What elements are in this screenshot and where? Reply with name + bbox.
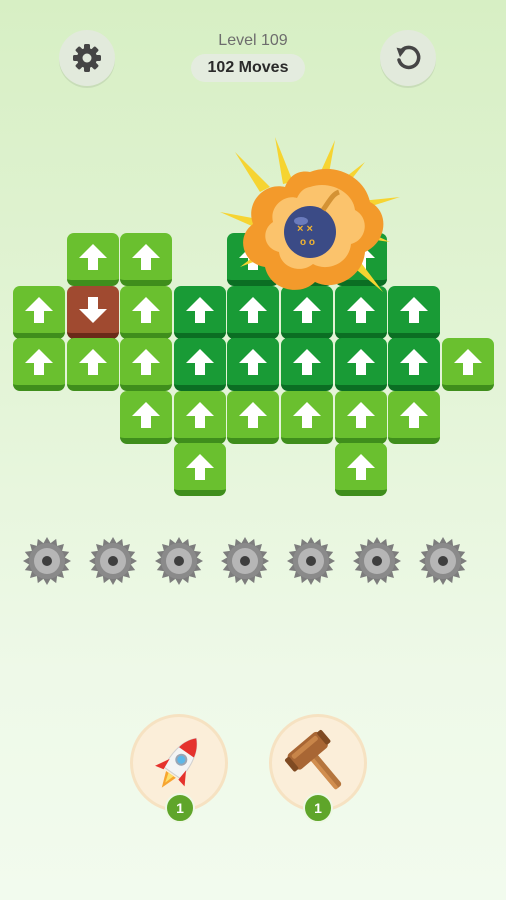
arrow-tile-up[interactable] bbox=[13, 286, 65, 339]
arrow-tile-up[interactable] bbox=[120, 338, 172, 391]
arrow-tile-up[interactable] bbox=[335, 391, 387, 444]
arrow-up-icon bbox=[239, 348, 267, 375]
arrow-up-icon bbox=[347, 401, 375, 428]
arrow-tile-up[interactable] bbox=[281, 391, 333, 444]
arrow-tile-up[interactable] bbox=[120, 391, 172, 444]
rocket-count-badge: 1 bbox=[165, 793, 195, 823]
restart-icon bbox=[396, 45, 421, 70]
arrow-up-icon bbox=[186, 348, 214, 375]
arrow-tile-up[interactable] bbox=[227, 338, 279, 391]
arrow-tile-up[interactable] bbox=[174, 391, 226, 444]
explosion-icon: × × o o bbox=[220, 137, 400, 292]
arrow-up-icon bbox=[239, 401, 267, 428]
arrow-tile-up[interactable] bbox=[335, 443, 387, 496]
saw-blade-icon bbox=[286, 536, 336, 586]
arrow-up-icon bbox=[293, 348, 321, 375]
arrow-up-icon bbox=[186, 296, 214, 323]
arrow-up-icon bbox=[186, 453, 214, 480]
arrow-tile-up[interactable] bbox=[174, 443, 226, 496]
saw-blade-icon bbox=[352, 536, 402, 586]
arrow-up-icon bbox=[400, 401, 428, 428]
arrow-tile-up[interactable] bbox=[442, 338, 494, 391]
arrow-tile-down[interactable] bbox=[67, 286, 119, 339]
arrow-up-icon bbox=[132, 401, 160, 428]
arrow-tile-up[interactable] bbox=[174, 338, 226, 391]
bomb-explosion: × × o o bbox=[215, 132, 405, 312]
saw-blade-icon bbox=[154, 536, 204, 586]
arrow-tile-up[interactable] bbox=[67, 233, 119, 286]
arrow-tile-up[interactable] bbox=[120, 233, 172, 286]
arrow-up-icon bbox=[79, 348, 107, 375]
arrow-tile-up[interactable] bbox=[281, 338, 333, 391]
saw-blade-icon bbox=[418, 536, 468, 586]
arrow-up-icon bbox=[347, 348, 375, 375]
arrow-up-icon bbox=[132, 243, 160, 270]
arrow-up-icon bbox=[400, 348, 428, 375]
arrow-tile-up[interactable] bbox=[67, 338, 119, 391]
arrow-tile-up[interactable] bbox=[388, 338, 440, 391]
arrow-tile-up[interactable] bbox=[388, 391, 440, 444]
arrow-up-icon bbox=[186, 401, 214, 428]
arrow-up-icon bbox=[293, 401, 321, 428]
svg-text:o o: o o bbox=[300, 237, 315, 248]
arrow-tile-up[interactable] bbox=[120, 286, 172, 339]
saw-blade-icon bbox=[88, 536, 138, 586]
arrow-tile-up[interactable] bbox=[335, 338, 387, 391]
moves-counter: 102 Moves bbox=[191, 54, 305, 82]
saw-blade-icon bbox=[22, 536, 72, 586]
saw-blade-icon bbox=[220, 536, 270, 586]
arrow-up-icon bbox=[454, 348, 482, 375]
hammer-count-badge: 1 bbox=[303, 793, 333, 823]
arrow-up-icon bbox=[79, 243, 107, 270]
arrow-tile-up[interactable] bbox=[227, 391, 279, 444]
svg-text:× ×: × × bbox=[297, 223, 313, 235]
arrow-tile-up[interactable] bbox=[13, 338, 65, 391]
arrow-down-icon bbox=[79, 296, 107, 323]
arrow-up-icon bbox=[347, 453, 375, 480]
arrow-up-icon bbox=[132, 296, 160, 323]
restart-button[interactable] bbox=[380, 30, 436, 86]
arrow-up-icon bbox=[132, 348, 160, 375]
arrow-up-icon bbox=[25, 348, 53, 375]
arrow-up-icon bbox=[25, 296, 53, 323]
